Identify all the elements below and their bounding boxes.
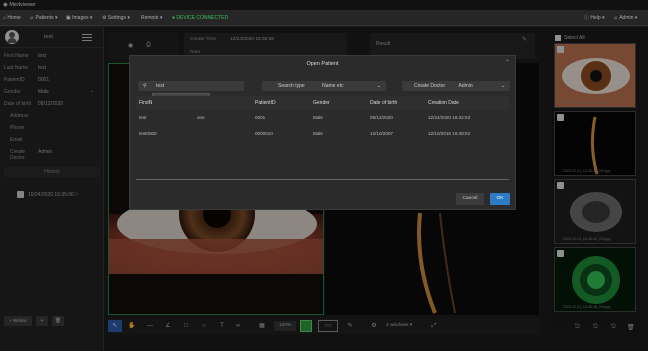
cancel-button[interactable]: Cancel: [456, 193, 484, 205]
cell-creation-date: 12/24/2020 16:32:53: [428, 115, 471, 120]
cell-firstname: test0000: [139, 131, 157, 136]
menu-user[interactable]: ☺ Admin ▾: [613, 10, 637, 26]
cell-dob: 12/10/2007: [370, 131, 393, 136]
chevron-down-icon: ⌄: [376, 83, 381, 89]
app-title: Medviewer: [9, 2, 36, 8]
cell-creation-date: 12/10/2018 16:48:52: [428, 131, 471, 136]
menu-home[interactable]: ⌂ Home: [3, 10, 21, 26]
cell-gender: Male: [313, 115, 323, 120]
menu-remote-label: Remote ▾: [141, 15, 163, 21]
column-header-creation-date[interactable]: Creation Date: [428, 100, 459, 106]
menu-user-label: Admin ▾: [619, 15, 638, 21]
search-icon: ⚲: [143, 83, 147, 89]
cell-patientid: 0000010: [255, 131, 273, 136]
device-status: ● DEVICE CONNECTED: [172, 15, 229, 21]
open-patient-dialog: Open Patient ⌃ ⚲ test test Search type N…: [129, 55, 516, 210]
table-bottom-divider: [136, 179, 509, 180]
cell-firstname: test: [139, 115, 147, 120]
create-doctor-select[interactable]: Create Doctor Admin ⌄: [402, 81, 510, 91]
search-value: test: [156, 83, 165, 89]
column-header-dob[interactable]: Date of birth: [370, 100, 397, 106]
chevron-down-icon: ⌄: [500, 83, 505, 89]
table-row[interactable]: test0000 0000010 Male 12/10/2007 12/10/2…: [136, 128, 509, 140]
menu-settings[interactable]: ⚙ Settings ▾: [102, 10, 130, 26]
ok-button[interactable]: OK: [490, 193, 510, 205]
search-type-value: Name etc: [322, 83, 344, 89]
create-doctor-value: Admin: [458, 83, 473, 89]
menu-help[interactable]: ⓘ Help ▾: [584, 10, 605, 26]
menu-images-label: Images ▾: [72, 15, 93, 21]
column-header-firstname[interactable]: FirstN: [139, 100, 152, 106]
chevron-up-icon[interactable]: ⌃: [505, 59, 510, 66]
dialog-title: Open Patient: [306, 61, 339, 67]
menu-home-label: Home: [7, 15, 21, 21]
window-title-bar: ◉ Medviewer: [0, 0, 648, 10]
create-doctor-label: Create Doctor: [414, 83, 446, 89]
cell-gender: Male: [313, 131, 323, 136]
column-header-patientid[interactable]: PatientID: [255, 100, 276, 106]
table-row[interactable]: test one 0001 Male 09/12/2020 12/24/2020…: [136, 112, 509, 124]
cell-dob: 09/12/2020: [370, 115, 393, 120]
device-status-label: DEVICE CONNECTED: [176, 15, 229, 21]
column-header-gender[interactable]: Gender: [313, 100, 330, 106]
cell-lastname: one: [197, 115, 205, 120]
menu-help-label: Help ▾: [590, 15, 605, 21]
cell-patientid: 0001: [255, 115, 266, 120]
menu-settings-label: Settings ▾: [107, 15, 130, 21]
search-type-label: Search type: [278, 83, 305, 89]
search-type-select[interactable]: Search type Name etc ⌄: [262, 81, 386, 91]
search-input[interactable]: ⚲ test: [138, 81, 244, 91]
menu-images[interactable]: ▣ Images ▾: [66, 10, 92, 26]
app-logo-icon: ◉: [3, 2, 8, 8]
menu-bar: ⌂ Home ☺ Patients ▾ ▣ Images ▾ ⚙ Setting…: [0, 10, 648, 26]
menu-patients[interactable]: ☺ Patients ▾: [29, 10, 57, 26]
menu-remote[interactable]: Remote ▾: [141, 10, 162, 26]
menu-patients-label: Patients ▾: [35, 15, 58, 21]
